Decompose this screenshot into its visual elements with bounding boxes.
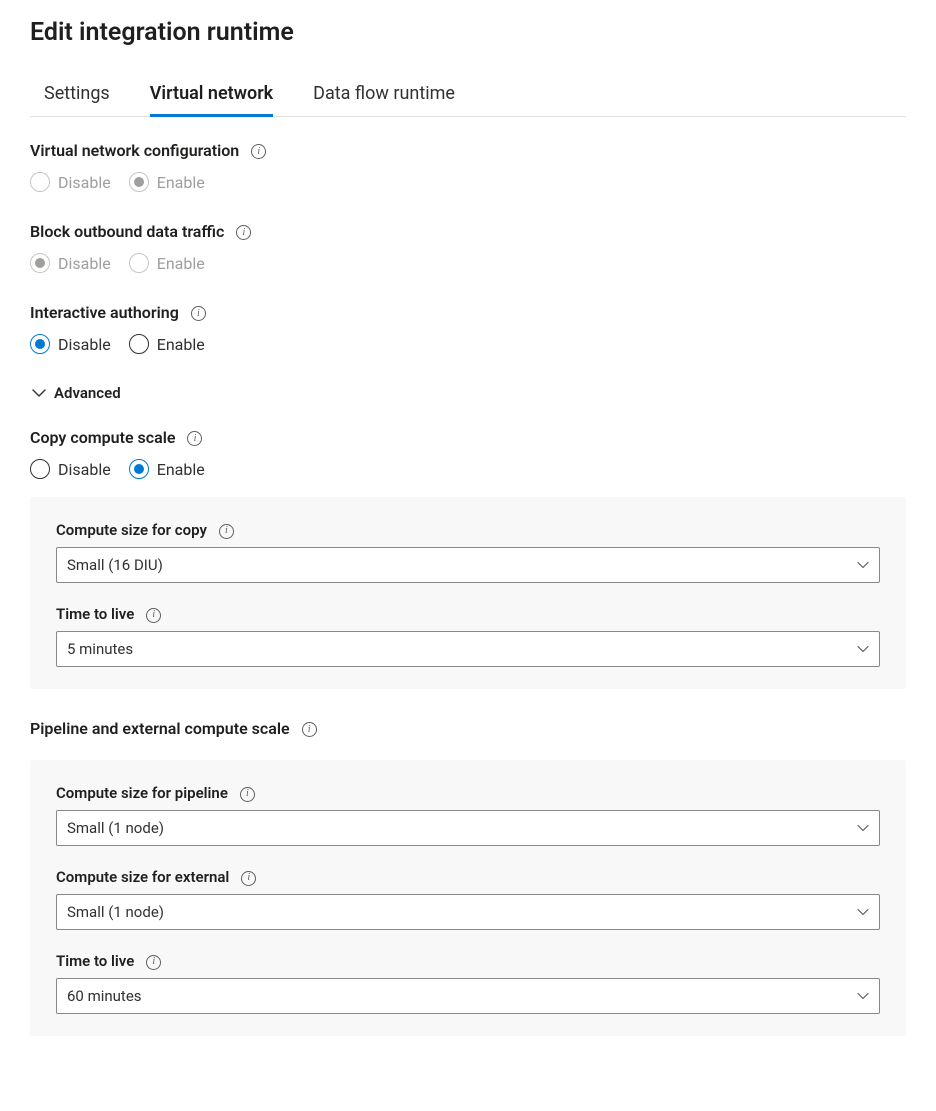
vnet-config-text: Virtual network configuration [30,141,239,160]
radio-label: Enable [157,335,205,354]
tab-data-flow-runtime[interactable]: Data flow runtime [313,77,455,117]
copy-compute-scale-radio-group: Disable Enable [30,459,906,479]
page-title: Edit integration runtime [30,18,906,47]
pipeline-ttl-select[interactable]: 60 minutes [56,978,880,1014]
interactive-authoring-disable-option[interactable]: Disable [30,334,111,354]
vnet-config-radio-group: Disable Enable [30,172,906,192]
interactive-authoring-text: Interactive authoring [30,303,179,322]
chevron-down-icon [857,822,869,834]
interactive-authoring-enable-option[interactable]: Enable [129,334,205,354]
block-outbound-disable-option: Disable [30,253,111,273]
info-icon[interactable]: i [240,787,255,802]
tab-virtual-network[interactable]: Virtual network [150,77,273,117]
compute-size-pipeline-select[interactable]: Small (1 node) [56,810,880,846]
radio-icon [30,459,50,479]
copy-ttl-select[interactable]: 5 minutes [56,631,880,667]
chevron-down-icon [857,906,869,918]
copy-ttl-text: Time to live [56,605,134,623]
radio-icon [129,253,149,273]
interactive-authoring-label: Interactive authoring i [30,303,906,322]
chevron-down-icon [857,990,869,1002]
radio-label: Enable [157,254,205,273]
radio-label: Disable [58,335,111,354]
pipeline-external-label: Pipeline and external compute scale i [30,719,906,738]
radio-label: Disable [58,173,111,192]
chevron-down-icon [32,386,46,400]
pipeline-ttl-label: Time to live i [56,952,880,970]
advanced-label: Advanced [54,384,121,402]
copy-compute-panel: Compute size for copy i Small (16 DIU) T… [30,497,906,689]
radio-label: Enable [157,173,205,192]
copy-ttl-label: Time to live i [56,605,880,623]
info-icon[interactable]: i [146,608,161,623]
copy-compute-scale-label: Copy compute scale i [30,428,906,447]
chevron-down-icon [857,643,869,655]
radio-icon [30,253,50,273]
select-value: 60 minutes [67,987,142,1005]
compute-size-copy-text: Compute size for copy [56,521,207,539]
copy-compute-scale-disable-option[interactable]: Disable [30,459,111,479]
compute-size-external-select[interactable]: Small (1 node) [56,894,880,930]
select-value: Small (16 DIU) [67,556,163,574]
vnet-config-disable-option: Disable [30,172,111,192]
compute-size-pipeline-text: Compute size for pipeline [56,784,228,802]
compute-size-copy-select[interactable]: Small (16 DIU) [56,547,880,583]
block-outbound-enable-option: Enable [129,253,205,273]
tab-bar: Settings Virtual network Data flow runti… [30,77,906,117]
info-icon[interactable]: i [187,431,202,446]
interactive-authoring-radio-group: Disable Enable [30,334,906,354]
pipeline-external-panel: Compute size for pipeline i Small (1 nod… [30,760,906,1036]
select-value: 5 minutes [67,640,133,658]
info-icon[interactable]: i [302,722,317,737]
pipeline-ttl-text: Time to live [56,952,134,970]
select-value: Small (1 node) [67,819,164,837]
info-icon[interactable]: i [241,871,256,886]
select-value: Small (1 node) [67,903,164,921]
block-outbound-text: Block outbound data traffic [30,222,224,241]
compute-size-external-text: Compute size for external [56,868,229,886]
vnet-config-label: Virtual network configuration i [30,141,906,160]
radio-icon [129,459,149,479]
block-outbound-radio-group: Disable Enable [30,253,906,273]
advanced-toggle[interactable]: Advanced [32,384,906,402]
radio-label: Disable [58,254,111,273]
copy-compute-scale-text: Copy compute scale [30,428,175,447]
radio-icon [129,172,149,192]
radio-icon [30,172,50,192]
block-outbound-label: Block outbound data traffic i [30,222,906,241]
compute-size-external-label: Compute size for external i [56,868,880,886]
info-icon[interactable]: i [146,955,161,970]
vnet-config-enable-option: Enable [129,172,205,192]
pipeline-external-text: Pipeline and external compute scale [30,719,290,738]
compute-size-copy-label: Compute size for copy i [56,521,880,539]
copy-compute-scale-enable-option[interactable]: Enable [129,459,205,479]
radio-label: Enable [157,460,205,479]
radio-icon [30,334,50,354]
radio-label: Disable [58,460,111,479]
info-icon[interactable]: i [236,225,251,240]
compute-size-pipeline-label: Compute size for pipeline i [56,784,880,802]
chevron-down-icon [857,559,869,571]
info-icon[interactable]: i [251,144,266,159]
info-icon[interactable]: i [219,524,234,539]
tab-settings[interactable]: Settings [44,77,110,117]
radio-icon [129,334,149,354]
info-icon[interactable]: i [191,306,206,321]
